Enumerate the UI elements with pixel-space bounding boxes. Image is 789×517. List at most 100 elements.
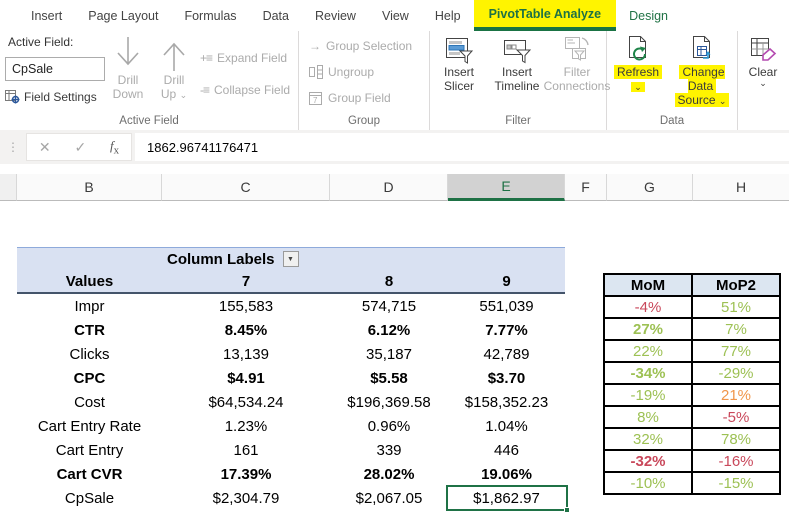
clear-button[interactable]: Clear ⌄ [741, 35, 785, 88]
insert-function-icon[interactable]: fx [110, 138, 119, 157]
delta-cell[interactable]: 78% [691, 427, 781, 451]
pivot-row-label[interactable]: CTR [17, 318, 162, 342]
formula-bar-buttons: ✕ ✓ fx [26, 133, 132, 161]
pivot-col-key[interactable]: 8 [330, 270, 448, 294]
column-header-G[interactable]: G [607, 174, 693, 201]
insert-slicer-button[interactable]: Insert Slicer [432, 35, 486, 93]
pivot-row-label[interactable]: Cost [17, 390, 162, 414]
pivot-row-label[interactable]: CPC [17, 366, 162, 390]
field-settings-label: Field Settings [24, 89, 97, 104]
pivot-row-label[interactable]: CpSale [17, 486, 162, 510]
pivot-cell[interactable]: 13,139 [162, 342, 330, 366]
formula-input[interactable]: 1862.96741176471 [135, 133, 789, 161]
column-header-F[interactable]: F [565, 174, 607, 201]
pivot-col-key[interactable]: 7 [162, 270, 330, 294]
tab-review[interactable]: Review [302, 0, 369, 31]
chevron-down-icon: ⌄ [759, 78, 767, 88]
insert-timeline-button[interactable]: Insert Timeline [486, 35, 548, 93]
pivot-cell[interactable]: 8.45% [162, 318, 330, 342]
table-row: 8% -5% [603, 405, 781, 429]
pivot-cell[interactable]: 42,789 [448, 342, 565, 366]
pivot-row-label[interactable]: Cart Entry [17, 438, 162, 462]
delta-header-mom[interactable]: MoM [603, 273, 693, 297]
pivot-cell[interactable]: 161 [162, 438, 330, 462]
pivot-col-key[interactable]: 9 [448, 270, 565, 294]
pivot-cell[interactable]: 446 [448, 438, 565, 462]
pivot-row-label[interactable]: Clicks [17, 342, 162, 366]
pivot-cell[interactable]: 7.77% [448, 318, 565, 342]
delta-cell[interactable]: -5% [691, 405, 781, 429]
pivot-cell[interactable]: $196,369.58 [330, 390, 448, 414]
tab-help[interactable]: Help [422, 0, 474, 31]
pivot-cell[interactable]: 28.02% [330, 462, 448, 486]
fill-handle[interactable] [564, 507, 570, 513]
delta-cell[interactable]: 8% [603, 405, 693, 429]
pivot-cell[interactable]: 6.12% [330, 318, 448, 342]
delta-cell[interactable]: 21% [691, 383, 781, 407]
pivot-cell[interactable]: $158,352.23 [448, 390, 565, 414]
column-header-D[interactable]: D [330, 174, 448, 201]
drag-handle-icon[interactable]: ⋮ [0, 140, 26, 154]
delta-cell[interactable]: 7% [691, 317, 781, 341]
delta-cell[interactable]: -16% [691, 449, 781, 473]
delta-cell[interactable]: 22% [603, 339, 693, 363]
pivot-cell[interactable]: 574,715 [330, 294, 448, 318]
filter-connections-button: Filter Connections [544, 35, 610, 93]
delta-cell[interactable]: -4% [603, 295, 693, 319]
pivot-cell[interactable]: $4.91 [162, 366, 330, 390]
delta-cell[interactable]: -32% [603, 449, 693, 473]
group-active-field: Active Field: Field Settings [0, 31, 299, 130]
pivot-cell[interactable]: 35,187 [330, 342, 448, 366]
refresh-button[interactable]: Refresh ⌄ [609, 35, 667, 93]
pivot-cell[interactable]: 19.06% [448, 462, 565, 486]
pivot-cell[interactable]: 339 [330, 438, 448, 462]
column-header-C[interactable]: C [162, 174, 330, 201]
pivot-row-label[interactable]: Cart Entry Rate [17, 414, 162, 438]
delta-header-mop2[interactable]: MoP2 [691, 273, 781, 297]
tab-page-layout[interactable]: Page Layout [75, 0, 171, 31]
column-header-E-selected[interactable]: E [448, 174, 565, 201]
collapse-field-button: -≡ Collapse Field [200, 83, 291, 97]
delta-cell[interactable]: 27% [603, 317, 693, 341]
pivot-cell[interactable]: $2,304.79 [162, 486, 330, 510]
row-header-corner [0, 174, 17, 201]
pivot-cell[interactable]: $64,534.24 [162, 390, 330, 414]
pivot-cell[interactable]: $5.58 [330, 366, 448, 390]
pivot-row-label[interactable]: Impr [17, 294, 162, 318]
pivot-row-label[interactable]: Cart CVR [17, 462, 162, 486]
tab-view[interactable]: View [369, 0, 422, 31]
delta-table: MoM MoP2 -4% 51% 27% 7% 22% 77% -34% -29… [603, 273, 781, 495]
pivot-cell[interactable]: 155,583 [162, 294, 330, 318]
delta-cell[interactable]: 32% [603, 427, 693, 451]
table-row: -19% 21% [603, 383, 781, 407]
filter-dropdown-button[interactable]: ▼ [282, 251, 299, 267]
pivot-cell[interactable]: 1.23% [162, 414, 330, 438]
delta-cell[interactable]: 77% [691, 339, 781, 363]
pivot-values-header[interactable]: Values [17, 270, 162, 294]
pivot-header-blank[interactable] [17, 247, 162, 270]
column-header-B[interactable]: B [17, 174, 162, 201]
pivot-cell[interactable]: 551,039 [448, 294, 565, 318]
delta-cell[interactable]: 51% [691, 295, 781, 319]
active-field-input[interactable] [5, 57, 105, 81]
delta-cell[interactable]: -29% [691, 361, 781, 385]
tab-insert[interactable]: Insert [18, 0, 75, 31]
tab-formulas[interactable]: Formulas [171, 0, 249, 31]
pivot-cell[interactable]: $3.70 [448, 366, 565, 390]
tab-design[interactable]: Design [616, 0, 681, 31]
pivot-column-labels-header[interactable]: Column Labels ▼ [162, 247, 565, 270]
pivot-cell[interactable]: $2,067.05 [330, 486, 448, 510]
column-header-H[interactable]: H [693, 174, 789, 201]
pivot-cell[interactable]: 0.96% [330, 414, 448, 438]
pivot-cell[interactable]: 1.04% [448, 414, 565, 438]
tab-pivottable-analyze[interactable]: PivotTable Analyze [473, 0, 617, 31]
delta-cell[interactable]: -15% [691, 471, 781, 495]
delta-cell[interactable]: -10% [603, 471, 693, 495]
selected-cell-outline[interactable] [446, 485, 570, 513]
delta-cell[interactable]: -34% [603, 361, 693, 385]
field-settings-button[interactable]: Field Settings [5, 89, 97, 104]
tab-data[interactable]: Data [250, 0, 302, 31]
delta-cell[interactable]: -19% [603, 383, 693, 407]
pivot-cell[interactable]: 17.39% [162, 462, 330, 486]
change-data-source-button[interactable]: Change Data Source ⌄ [667, 35, 737, 107]
